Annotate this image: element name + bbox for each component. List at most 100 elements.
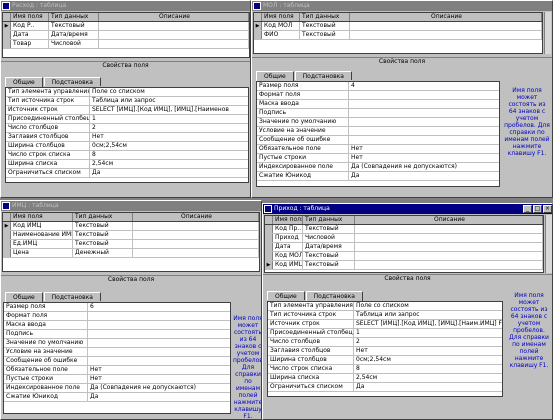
property-row[interactable]: Присоединенный столбец 1 bbox=[268, 329, 502, 338]
property-row[interactable]: Присоединенный столбец 1 bbox=[6, 115, 248, 124]
property-value[interactable]: Таблица или запрос bbox=[90, 97, 248, 105]
close-button[interactable]: × bbox=[543, 205, 552, 213]
property-row[interactable]: Условие на значение bbox=[257, 127, 499, 136]
tab-lookup[interactable]: Подстановка bbox=[43, 292, 101, 301]
property-value[interactable] bbox=[88, 312, 230, 320]
description-cell[interactable] bbox=[133, 231, 259, 239]
description-cell[interactable] bbox=[99, 40, 249, 48]
property-row[interactable]: Число строк списка 8 bbox=[268, 365, 502, 374]
property-value[interactable] bbox=[88, 348, 230, 356]
rashod-title-bar[interactable]: Расход : таблица bbox=[1, 1, 250, 11]
tab-lookup[interactable]: Подстановка bbox=[305, 291, 363, 301]
row-selector[interactable] bbox=[3, 240, 11, 248]
data-type-cell[interactable]: Текстовый bbox=[49, 22, 99, 30]
description-cell[interactable] bbox=[133, 222, 259, 230]
row-selector[interactable] bbox=[265, 234, 273, 242]
property-row[interactable]: Ширина списка 2,54см bbox=[268, 374, 502, 383]
row-selector[interactable] bbox=[265, 243, 273, 251]
field-name-cell[interactable]: ФИО bbox=[262, 31, 300, 39]
table-row[interactable]: ▶ Код ИМЦ Текстовый bbox=[265, 261, 543, 270]
description-cell[interactable] bbox=[355, 243, 543, 251]
table-row[interactable]: Наименование ИМЦ Текстовый bbox=[3, 231, 259, 240]
data-type-cell[interactable]: Текстовый bbox=[73, 240, 133, 248]
property-row[interactable]: Источник строк SELECT [ИМЦ].[Код ИМЦ], [И… bbox=[6, 106, 248, 115]
property-row[interactable]: Значение по умолчанию bbox=[4, 339, 230, 348]
property-row[interactable]: Формат поля bbox=[257, 91, 499, 100]
property-value[interactable]: 8 bbox=[354, 365, 502, 373]
property-value[interactable]: Да bbox=[349, 172, 499, 180]
property-value[interactable]: Поле со списком bbox=[90, 88, 248, 96]
imc-title-bar[interactable]: ИМЦ : таблица bbox=[1, 201, 261, 211]
property-value[interactable]: Таблица или запрос bbox=[354, 311, 502, 319]
property-value[interactable]: 4 bbox=[349, 82, 499, 90]
field-name-cell[interactable]: Товар bbox=[11, 40, 49, 48]
field-name-cell[interactable]: Наименование ИМЦ bbox=[11, 231, 73, 239]
property-value[interactable] bbox=[88, 321, 230, 329]
property-value[interactable]: Нет bbox=[88, 375, 230, 383]
property-row[interactable]: Маска ввода bbox=[4, 321, 230, 330]
property-row[interactable]: Ширина столбцов 0см;2,54см bbox=[6, 142, 248, 151]
description-cell[interactable] bbox=[99, 31, 249, 39]
mol-title-bar[interactable]: МОЛ : таблица bbox=[252, 1, 552, 11]
property-row[interactable]: Заглавия столбцов Нет bbox=[268, 347, 502, 356]
rashod-table-window[interactable]: Расход : таблица Имя поля Тип данных Описа… bbox=[0, 0, 251, 198]
table-row[interactable]: Цена Денежный bbox=[3, 249, 259, 258]
property-row[interactable]: Размер поля 6 bbox=[4, 303, 230, 312]
field-name-cell[interactable]: Код ИМЦ bbox=[273, 261, 303, 269]
property-row[interactable]: Размер поля 4 bbox=[257, 82, 499, 91]
property-row[interactable]: Значение по умолчанию bbox=[257, 118, 499, 127]
property-row[interactable]: Тип элемента управления Поле со списком bbox=[6, 88, 248, 97]
description-cell[interactable] bbox=[355, 234, 543, 242]
properties-list[interactable]: Размер поля 6 Формат поля Маска ввода Подпис… bbox=[3, 302, 231, 414]
field-name-cell[interactable]: Ед.ИМЦ bbox=[11, 240, 73, 248]
data-type-cell[interactable]: Дата/время bbox=[303, 243, 355, 251]
property-row[interactable]: Пустые строки Нет bbox=[4, 375, 230, 384]
row-selector[interactable] bbox=[3, 40, 11, 48]
property-row[interactable]: Ширина списка 2,54см bbox=[6, 160, 248, 169]
property-value[interactable]: Нет bbox=[88, 366, 230, 374]
field-grid[interactable]: Имя поля Тип данных Описание ▶ Код Р.. Текст… bbox=[2, 12, 250, 58]
property-row[interactable]: Условие на значение bbox=[4, 348, 230, 357]
vertical-scrollbar[interactable] bbox=[544, 12, 551, 54]
table-row[interactable]: Приход Числовой bbox=[265, 234, 543, 243]
property-value[interactable] bbox=[349, 109, 499, 117]
data-type-cell[interactable]: Дата/время bbox=[49, 31, 99, 39]
properties-list[interactable]: Тип элемента управления Поле со списком Ти… bbox=[267, 301, 503, 397]
property-value[interactable]: Нет bbox=[349, 154, 499, 162]
property-value[interactable]: Поле со списком bbox=[354, 302, 502, 310]
field-grid[interactable]: Имя поля Тип данных Описание Код Пр.. Текст… bbox=[264, 215, 544, 273]
table-row[interactable]: Ед.ИМЦ Текстовый bbox=[3, 240, 259, 249]
property-value[interactable] bbox=[88, 339, 230, 347]
tab-general[interactable]: Общие bbox=[5, 77, 43, 87]
data-type-cell[interactable]: Текстовый bbox=[303, 261, 355, 269]
property-row[interactable]: Сжатие Юникод Да bbox=[257, 172, 499, 181]
row-selector[interactable] bbox=[3, 31, 11, 39]
property-value[interactable]: 6 bbox=[88, 303, 230, 311]
property-value[interactable]: 1 bbox=[90, 115, 248, 123]
property-value[interactable]: 2,54см bbox=[90, 160, 248, 168]
property-value[interactable] bbox=[88, 357, 230, 365]
prihod-table-window[interactable]: Приход : таблица _ □ × Имя поля Тип данны… bbox=[262, 203, 553, 420]
field-name-cell[interactable]: Код ИМЦ bbox=[11, 222, 73, 230]
row-selector[interactable]: ▶ bbox=[254, 22, 262, 30]
table-row[interactable]: Код МОЛ Текстовый bbox=[265, 252, 543, 261]
field-name-cell[interactable]: Код Р.. bbox=[11, 22, 49, 30]
row-selector[interactable] bbox=[254, 31, 262, 39]
property-value[interactable]: 2,54см bbox=[354, 374, 502, 382]
row-selector[interactable] bbox=[3, 231, 11, 239]
property-value[interactable]: Да (Совпадения не допускаются) bbox=[88, 384, 230, 392]
property-row[interactable]: Формат поля bbox=[4, 312, 230, 321]
data-type-cell[interactable]: Текстовый bbox=[300, 22, 350, 30]
property-value[interactable]: 2 bbox=[90, 124, 248, 132]
tab-lookup[interactable]: Подстановка bbox=[294, 71, 352, 80]
property-value[interactable]: Да bbox=[88, 393, 230, 401]
description-cell[interactable] bbox=[350, 31, 542, 39]
table-row[interactable]: Код Пр.. Текстовый bbox=[265, 225, 543, 234]
property-value[interactable]: Нет bbox=[354, 347, 502, 355]
field-name-cell[interactable]: Приход bbox=[273, 234, 303, 242]
minimize-button[interactable]: _ bbox=[523, 205, 532, 213]
data-type-cell[interactable]: Числовой bbox=[303, 234, 355, 242]
property-row[interactable]: Тип элемента управления Поле со списком bbox=[268, 302, 502, 311]
table-row[interactable]: ФИО Текстовый bbox=[254, 31, 542, 40]
table-row[interactable]: ▶ Код МОЛ Текстовый bbox=[254, 22, 542, 31]
